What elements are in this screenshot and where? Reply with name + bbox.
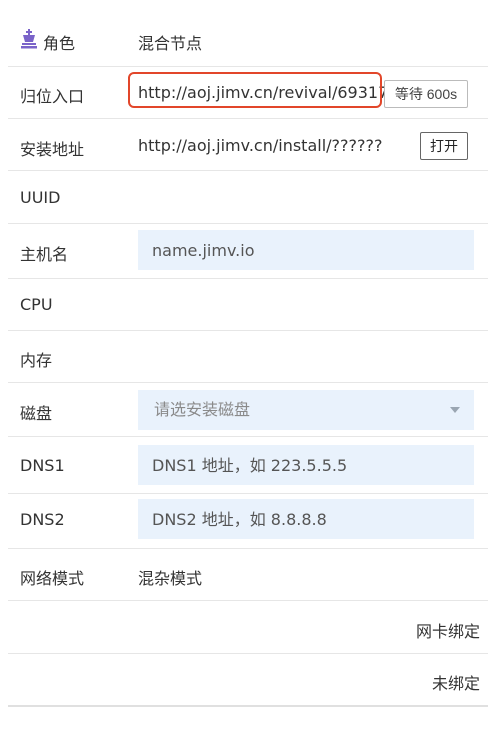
role-label: 角色 [43,34,76,53]
divider [8,548,488,549]
dns2-label: DNS2 [20,510,65,529]
revival-label: 归位入口 [20,87,85,106]
uuid-label: UUID [20,188,61,207]
dns1-input[interactable] [138,445,474,485]
divider [8,330,488,331]
chess-king-icon [20,29,38,49]
nic-binding-label[interactable]: 网卡绑定 [416,618,480,642]
divider [8,66,488,67]
memory-label: 内存 [20,351,53,370]
wait-button[interactable]: 等待 600s [384,80,468,108]
caret-down-icon [450,407,460,413]
disk-select-placeholder: 请选安装磁盘 [154,400,251,419]
divider [8,278,488,279]
divider [8,705,488,707]
dns1-label: DNS1 [20,456,65,475]
open-button[interactable]: 打开 [420,132,468,160]
divider [8,600,488,601]
disk-select[interactable]: 请选安装磁盘 [138,390,474,430]
network-mode-label: 网络模式 [20,569,85,588]
disk-label: 磁盘 [20,404,53,423]
divider [8,653,488,654]
hostname-label: 主机名 [20,245,69,264]
divider [8,493,488,494]
unbound-label: 未绑定 [431,674,480,693]
divider [8,170,488,171]
divider [8,118,488,119]
hostname-input[interactable] [138,230,474,270]
dns2-input[interactable] [138,499,474,539]
install-label: 安装地址 [20,140,85,159]
divider [8,382,488,383]
revival-url-highlight [128,72,382,108]
divider [8,223,488,224]
divider [8,436,488,437]
install-url[interactable]: http://aoj.jimv.cn/install/?????? [138,136,383,155]
cpu-label: CPU [20,295,53,314]
role-value: 混合节点 [138,34,203,53]
network-mode-value[interactable]: 混杂模式 [138,565,202,589]
